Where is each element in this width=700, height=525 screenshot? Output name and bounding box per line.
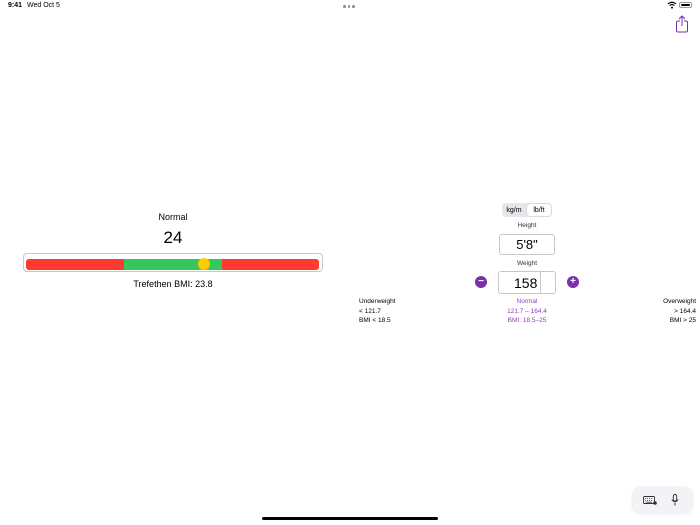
bmi-category: Normal <box>158 212 188 222</box>
bmi-value: 24 <box>163 228 183 247</box>
home-indicator[interactable] <box>262 517 438 520</box>
range-normal-bmi: BMI: 18.5–25 <box>507 317 547 324</box>
decrease-weight-button[interactable]: − <box>475 276 487 288</box>
increase-weight-button[interactable]: + <box>567 276 579 288</box>
weight-field-divider <box>540 272 541 293</box>
battery-icon <box>679 2 692 8</box>
weight-label: Weight <box>516 260 538 267</box>
gauge-overweight-segment <box>222 259 319 270</box>
wifi-icon <box>667 1 677 9</box>
multitasking-dots-icon[interactable] <box>343 5 355 8</box>
range-normal-weight: 121.7 – 164.4 <box>507 307 547 315</box>
range-overweight-title: Overweight <box>663 298 696 305</box>
unit-option-kg-m[interactable]: kg/m <box>502 203 526 217</box>
range-normal-title: Normal <box>516 298 538 305</box>
range-normal: Normal 121.7 – 164.4 BMI: 18.5–25 <box>477 297 577 326</box>
range-overweight-bmi: BMI > 25 <box>669 317 696 324</box>
range-underweight-title: Underweight <box>359 298 396 305</box>
share-icon[interactable] <box>674 15 690 33</box>
unit-option-lb-ft[interactable]: lb/ft <box>527 204 551 216</box>
range-overweight-weight: > 164.4 <box>674 307 696 315</box>
height-field[interactable]: 5'8" <box>499 234 555 255</box>
minus-icon: − <box>478 276 484 287</box>
weight-field[interactable]: 158 <box>498 271 556 294</box>
range-overweight: Overweight > 164.4 BMI > 25 <box>596 297 696 326</box>
height-label: Height <box>517 222 537 229</box>
range-underweight-bmi: BMI < 18.5 <box>359 317 391 324</box>
unit-selector: kg/m lb/ft <box>502 203 552 217</box>
trefethen-bmi: Trefethen BMI: 23.8 <box>133 279 213 289</box>
range-underweight-weight: < 121.7 <box>359 307 381 315</box>
bmi-gauge <box>23 253 323 272</box>
keyboard-assistant <box>633 488 692 513</box>
keyboard-icon[interactable] <box>643 496 657 505</box>
plus-icon: + <box>570 276 576 287</box>
range-underweight: Underweight < 121.7 BMI < 18.5 <box>359 297 396 326</box>
microphone-icon[interactable] <box>671 494 679 506</box>
status-time: 9:41 <box>8 2 23 9</box>
status-date: Wed Oct 5 <box>27 2 60 9</box>
weight-value: 158 <box>514 275 538 291</box>
gauge-underweight-segment <box>26 259 124 270</box>
